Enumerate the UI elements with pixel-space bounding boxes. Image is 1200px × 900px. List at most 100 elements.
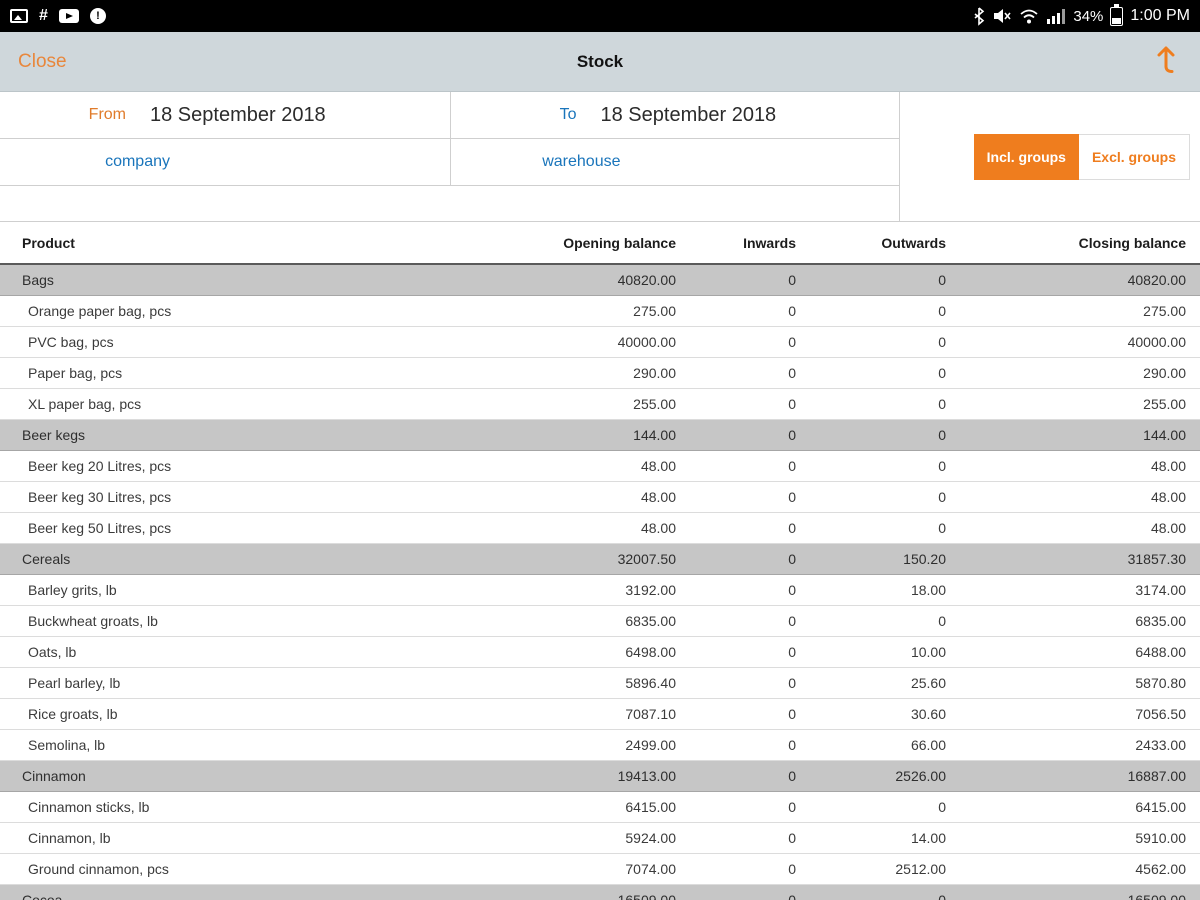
export-up-arrow-icon[interactable] [1152,43,1180,80]
cell-outwards: 25.60 [810,667,960,699]
cell-product: Cinnamon [0,759,455,792]
to-date-field[interactable]: To 18 September 2018 [449,92,900,138]
cell-product: Semolina, lb [0,729,455,761]
group-row[interactable]: Cinnamon 19413.00 0 2526.00 16887.00 [0,759,1200,792]
item-row[interactable]: Beer keg 50 Litres, pcs 48.00 0 0 48.00 [0,512,1200,544]
cell-outwards: 0 [810,388,960,420]
stock-table-body: Bags 40820.00 0 0 40820.00 Orange paper bag, … [0,263,1200,900]
group-row[interactable]: Cereals 32007.50 0 150.20 31857.30 [0,542,1200,575]
cell-product: Cinnamon sticks, lb [0,791,455,823]
item-row[interactable]: Cinnamon sticks, lb 6415.00 0 0 6415.00 [0,791,1200,823]
item-row[interactable]: Orange paper bag, pcs 275.00 0 0 275.00 [0,295,1200,327]
item-row[interactable]: Beer keg 20 Litres, pcs 48.00 0 0 48.00 [0,450,1200,482]
cell-product: Beer kegs [0,418,455,451]
excl-groups-button[interactable]: Excl. groups [1078,133,1190,180]
cell-closing: 48.00 [960,512,1200,544]
cell-product: Pearl barley, lb [0,667,455,699]
battery-percent-label: 34% [1073,7,1104,25]
cell-opening: 5924.00 [455,822,690,854]
from-date-field[interactable]: From 18 September 2018 [0,92,450,138]
cell-inwards: 0 [690,326,810,358]
filters-grid: From 18 September 2018 To 18 September 2… [0,92,900,221]
cell-product: Cocoa [0,883,455,900]
company-link[interactable]: company [0,153,170,171]
cell-outwards: 18.00 [810,574,960,606]
cell-product: Orange paper bag, pcs [0,295,455,327]
company-field[interactable]: company [0,139,450,185]
item-row[interactable]: Rice groats, lb 7087.10 0 30.60 7056.50 [0,698,1200,730]
filters-panel: From 18 September 2018 To 18 September 2… [0,92,1200,222]
cell-opening: 48.00 [455,512,690,544]
warehouse-field[interactable]: warehouse [449,139,900,185]
cell-inwards: 0 [690,636,810,668]
item-row[interactable]: Paper bag, pcs 290.00 0 0 290.00 [0,357,1200,389]
cell-closing: 2433.00 [960,729,1200,761]
item-row[interactable]: Beer keg 30 Litres, pcs 48.00 0 0 48.00 [0,481,1200,513]
status-left-icons: # ! [10,7,106,25]
cell-outwards: 0 [810,450,960,482]
cell-opening: 48.00 [455,481,690,513]
cell-outwards: 30.60 [810,698,960,730]
cell-opening: 32007.50 [455,542,690,575]
cell-closing: 7056.50 [960,698,1200,730]
signal-icon [1046,8,1066,24]
cell-opening: 40820.00 [455,263,690,296]
item-row[interactable]: PVC bag, pcs 40000.00 0 0 40000.00 [0,326,1200,358]
group-toggle-panel: Incl. groups Excl. groups [900,92,1200,221]
bluetooth-icon [973,6,985,26]
cell-outwards: 0 [810,326,960,358]
group-row[interactable]: Beer kegs 144.00 0 0 144.00 [0,418,1200,451]
from-label: From [88,106,126,123]
cell-product: Rice groats, lb [0,698,455,730]
cell-closing: 275.00 [960,295,1200,327]
cell-product: Oats, lb [0,636,455,668]
cell-opening: 40000.00 [455,326,690,358]
cell-closing: 144.00 [960,418,1200,451]
item-row[interactable]: Ground cinnamon, pcs 7074.00 0 2512.00 4562.… [0,853,1200,885]
cell-outwards: 0 [810,263,960,296]
cell-inwards: 0 [690,418,810,451]
item-row[interactable]: Oats, lb 6498.00 0 10.00 6488.00 [0,636,1200,668]
item-row[interactable]: Buckwheat groats, lb 6835.00 0 0 6835.00 [0,605,1200,637]
cell-opening: 5896.40 [455,667,690,699]
cell-opening: 19413.00 [455,759,690,792]
cell-outwards: 150.20 [810,542,960,575]
cell-inwards: 0 [690,698,810,730]
from-date-value[interactable]: 18 September 2018 [150,104,326,127]
cell-opening: 16509.00 [455,883,690,900]
cell-opening: 6835.00 [455,605,690,637]
item-row[interactable]: XL paper bag, pcs 255.00 0 0 255.00 [0,388,1200,420]
cell-opening: 3192.00 [455,574,690,606]
cell-inwards: 0 [690,263,810,296]
cell-inwards: 0 [690,357,810,389]
item-row[interactable]: Semolina, lb 2499.00 0 66.00 2433.00 [0,729,1200,761]
cell-product: Cereals [0,542,455,575]
cell-outwards: 2526.00 [810,759,960,792]
cell-product: Beer keg 50 Litres, pcs [0,512,455,544]
item-row[interactable]: Cinnamon, lb 5924.00 0 14.00 5910.00 [0,822,1200,854]
page-title: Stock [576,51,624,71]
close-button[interactable]: Close [18,51,67,73]
cell-outwards: 0 [810,791,960,823]
cell-inwards: 0 [690,883,810,900]
cell-closing: 31857.30 [960,542,1200,575]
cell-closing: 255.00 [960,388,1200,420]
group-row[interactable]: Bags 40820.00 0 0 40820.00 [0,263,1200,296]
cell-outwards: 0 [810,295,960,327]
cell-product: PVC bag, pcs [0,326,455,358]
warehouse-link[interactable]: warehouse [451,153,620,171]
item-row[interactable]: Barley grits, lb 3192.00 0 18.00 3174.00 [0,574,1200,606]
group-row[interactable]: Cocoa 16509.00 0 0 16509.00 [0,883,1200,900]
cell-inwards: 0 [690,759,810,792]
cell-product: XL paper bag, pcs [0,388,455,420]
item-row[interactable]: Pearl barley, lb 5896.40 0 25.60 5870.80 [0,667,1200,699]
app-bar: Close Stock [0,32,1200,92]
to-date-value[interactable]: 18 September 2018 [601,104,777,127]
incl-groups-button[interactable]: Incl. groups [973,133,1079,180]
cell-outwards: 0 [810,481,960,513]
cell-outwards: 14.00 [810,822,960,854]
stock-table: Product Opening balance Inwards Outwards… [0,222,1200,900]
cell-inwards: 0 [690,481,810,513]
cell-inwards: 0 [690,388,810,420]
cell-outwards: 0 [810,883,960,900]
